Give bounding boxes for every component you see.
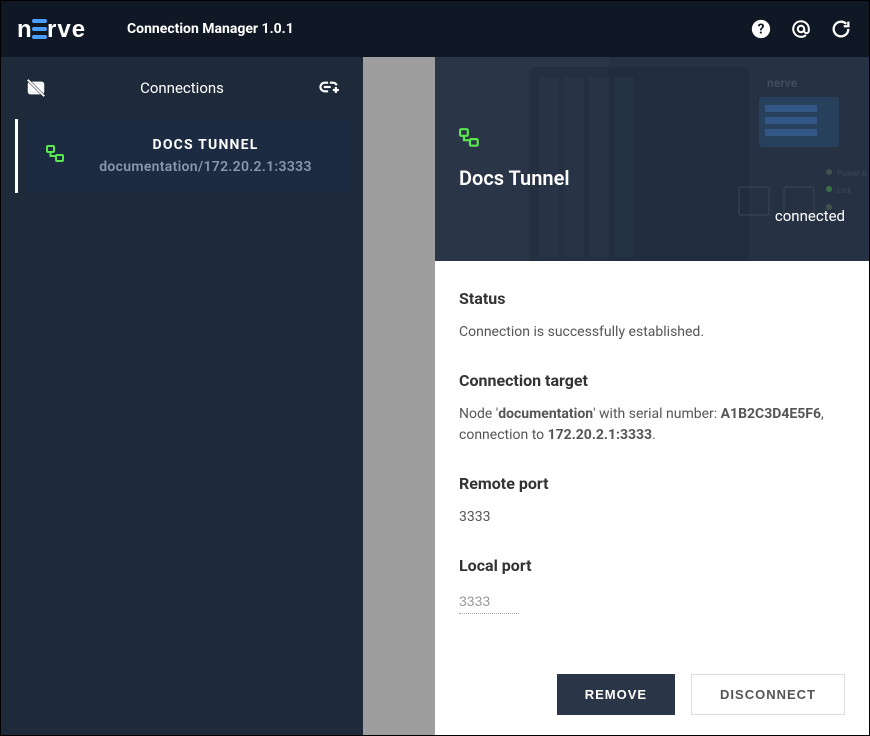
remove-button[interactable]: Remove [557,674,675,715]
detail-header: nerve Power A Link Docs Tunnel connected [435,57,869,261]
sidebar: Connections DOCS TUNNEL documentation/17… [1,57,363,735]
connection-item[interactable]: DOCS TUNNEL documentation/172.20.2.1:333… [26,119,349,193]
remote-port-value: 3333 [459,507,845,528]
header-right: ? [749,17,853,41]
node-icon [46,145,66,167]
at-icon[interactable] [789,17,813,41]
status-text: Connection is successfully established. [459,322,845,343]
node-icon [459,128,845,152]
detail-panel: nerve Power A Link Docs Tunnel connected… [435,57,869,735]
detail-title: Docs Tunnel [459,166,845,190]
connection-target-value: Node 'documentation' with serial number:… [459,404,845,446]
sidebar-header: Connections [1,57,363,119]
connection-text: DOCS TUNNEL documentation/172.20.2.1:333… [82,137,329,175]
connection-target-label: Connection target [459,371,845,390]
disconnect-all-icon[interactable] [25,77,47,99]
help-icon[interactable]: ? [749,17,773,41]
local-port-input[interactable] [459,589,519,614]
connected-badge: connected [775,207,845,225]
connection-target-text: documentation/172.20.2.1:3333 [82,159,329,175]
main-area: Connections DOCS TUNNEL documentation/17… [1,57,869,735]
svg-text:rve: rve [47,16,86,43]
header-left: n rve Connection Manager 1.0.1 [17,15,294,43]
connection-name: DOCS TUNNEL [82,137,329,153]
svg-text:?: ? [758,22,765,38]
status-label: Status [459,289,845,308]
app-title: Connection Manager 1.0.1 [127,21,294,37]
refresh-icon[interactable] [829,17,853,41]
panel-gap [363,57,435,735]
local-port-label: Local port [459,556,845,575]
detail-footer: Remove Disconnect [435,654,869,735]
disconnect-button[interactable]: Disconnect [691,674,845,715]
sidebar-title: Connections [47,79,317,97]
svg-text:n: n [17,16,33,43]
remote-port-label: Remote port [459,474,845,493]
app-header: n rve Connection Manager 1.0.1 ? [1,1,869,57]
add-connection-icon[interactable] [317,77,339,99]
svg-text:nerve: nerve [767,76,798,90]
nerve-logo: n rve [17,15,113,43]
device-background: nerve Power A Link [489,57,869,261]
detail-body: Status Connection is successfully establ… [435,261,869,654]
